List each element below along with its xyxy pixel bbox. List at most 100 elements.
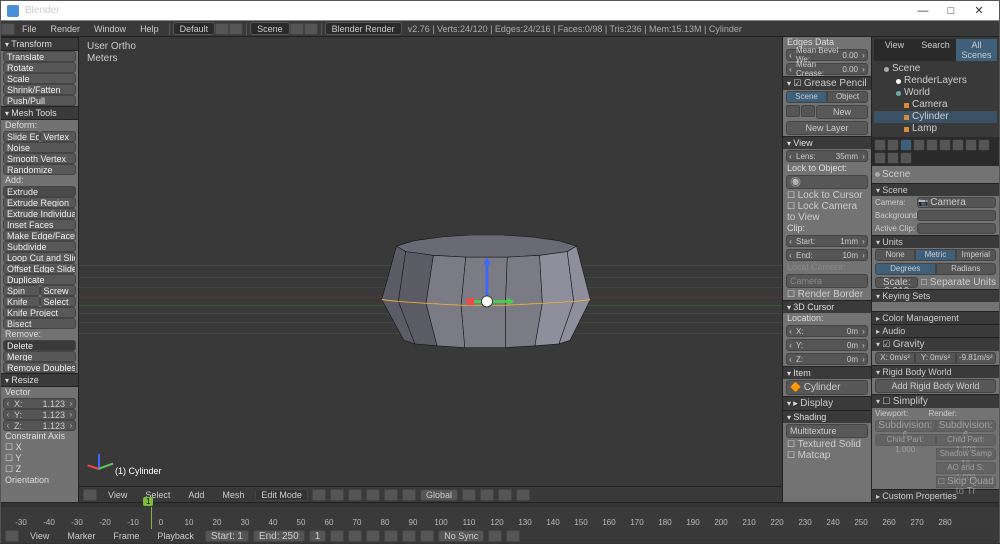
tab-object-icon[interactable] — [926, 139, 938, 151]
tl-play-rev-icon[interactable] — [366, 530, 380, 542]
orientation-select[interactable]: Global — [420, 489, 458, 501]
edge-select-icon[interactable] — [366, 489, 380, 501]
scene-del-icon[interactable] — [304, 23, 318, 35]
menu-render[interactable]: Render — [44, 21, 88, 37]
gp-new-button[interactable]: New — [816, 105, 868, 119]
units-panel-header[interactable]: Units — [872, 235, 999, 248]
scene-add-icon[interactable] — [290, 23, 304, 35]
knife-project-button[interactable]: Knife Project — [3, 307, 76, 318]
make-edge-face-button[interactable]: Make Edge/Face — [3, 230, 76, 241]
bisect-button[interactable]: Bisect — [3, 318, 76, 329]
tab-renderlayers-icon[interactable] — [887, 139, 899, 151]
mode-select[interactable]: Edit Mode — [255, 489, 308, 501]
menu-help[interactable]: Help — [133, 21, 166, 37]
lock-cursor-check[interactable]: ☐ Lock to Cursor — [783, 190, 871, 201]
tab-render-icon[interactable] — [874, 139, 886, 151]
resize-y-field[interactable]: ‹Y:1.123› — [3, 409, 76, 420]
scene-camera-field[interactable]: 📷 Camera — [917, 197, 996, 208]
snap-icon[interactable] — [462, 489, 476, 501]
menu-file[interactable]: File — [15, 21, 44, 37]
gp-pencil-icon[interactable] — [786, 105, 800, 117]
tl-autokey-icon[interactable] — [488, 530, 502, 542]
render-preview-icon[interactable] — [516, 489, 530, 501]
lock-object-field[interactable]: 🔘 — [786, 175, 868, 189]
outliner-search[interactable]: Search — [915, 39, 956, 61]
gravity-y[interactable]: Y: 0m/s² — [915, 352, 955, 364]
tl-start-field[interactable]: Start: 1 — [205, 530, 249, 542]
menu-window[interactable]: Window — [87, 21, 133, 37]
custom-props-header[interactable]: Custom Properties — [872, 489, 999, 502]
scene-clip-field[interactable] — [917, 223, 996, 234]
display-panel-header[interactable]: ▸ Display — [783, 396, 871, 410]
tab-modifiers-icon[interactable] — [952, 139, 964, 151]
render-engine-select[interactable]: Blender Render — [325, 22, 402, 35]
scale-button[interactable]: Scale — [3, 73, 76, 84]
extrude-region-button[interactable]: Extrude Region — [3, 197, 76, 208]
tl-sync-select[interactable]: No Sync — [438, 530, 484, 542]
tab-texture-icon[interactable] — [874, 152, 886, 164]
3d-cursor-header[interactable]: 3D Cursor — [783, 300, 871, 313]
occlude-icon[interactable] — [402, 489, 416, 501]
tl-view-menu[interactable]: View — [23, 528, 56, 544]
extrude-button[interactable]: Extrude — [3, 186, 76, 197]
clip-start-field[interactable]: ‹Start:1mm› — [786, 235, 868, 247]
tl-play-icon[interactable] — [384, 530, 398, 542]
crease-field[interactable]: ‹Mean Crease:0.00› — [786, 63, 868, 75]
prop-edit-icon[interactable] — [498, 489, 512, 501]
duplicate-button[interactable]: Duplicate — [3, 274, 76, 285]
clip-end-field[interactable]: ‹End:10m› — [786, 249, 868, 261]
gp-plus-icon[interactable] — [801, 105, 815, 117]
inset-faces-button[interactable]: Inset Faces — [3, 219, 76, 230]
vp-add-menu[interactable]: Add — [181, 487, 211, 503]
matcap-check[interactable]: ☐ Matcap — [783, 450, 871, 461]
tl-keying-icon[interactable] — [506, 530, 520, 542]
units-none[interactable]: None — [875, 249, 915, 261]
vertex-slide-button[interactable]: Vertex — [40, 131, 77, 142]
minimize-button[interactable]: — — [909, 5, 937, 17]
delete-button[interactable]: Delete — [3, 340, 76, 351]
multitexture-select[interactable]: Multitexture — [786, 424, 868, 438]
gp-scene-button[interactable]: Scene — [786, 91, 827, 103]
vp-view-menu[interactable]: View — [101, 487, 134, 503]
timeline-ruler[interactable]: -30-40-30-20-100102030405060708090100110… — [1, 507, 999, 529]
shading-mode-icon[interactable] — [312, 489, 326, 501]
gp-object-button[interactable]: Object — [827, 91, 868, 103]
resize-x-field[interactable]: ‹X:1.123› — [3, 398, 76, 409]
caxis-x[interactable]: ☐ X — [1, 442, 78, 453]
tab-scene-icon[interactable] — [900, 139, 912, 151]
tl-frame-menu[interactable]: Frame — [106, 528, 146, 544]
transform-header[interactable]: Transform — [1, 37, 78, 51]
outliner-all-scenes[interactable]: All Scenes — [956, 39, 997, 61]
knife-select-button[interactable]: Select — [40, 296, 77, 307]
noise-button[interactable]: Noise — [3, 142, 76, 153]
screen-add-icon[interactable] — [215, 23, 229, 35]
shading-panel-header[interactable]: Shading — [783, 410, 871, 423]
translate-button[interactable]: Translate — [3, 51, 76, 62]
operator-resize-header[interactable]: Resize — [1, 373, 78, 387]
vp-mesh-menu[interactable]: Mesh — [215, 487, 251, 503]
units-degrees[interactable]: Degrees — [875, 263, 936, 275]
cursor-x-field[interactable]: ‹X:0m› — [786, 325, 868, 337]
outliner-scene[interactable]: Scene — [874, 63, 997, 75]
units-imperial[interactable]: Imperial — [956, 249, 996, 261]
color-management-header[interactable]: Color Management — [872, 311, 999, 324]
knife-button[interactable]: Knife — [3, 296, 40, 307]
render-border-check[interactable]: ☐ Render Border — [783, 289, 871, 300]
grease-pencil-header[interactable]: ☑ Grease Pencil — [783, 76, 871, 90]
add-rigid-body-button[interactable]: Add Rigid Body World — [875, 379, 996, 393]
maximize-button[interactable]: □ — [937, 5, 965, 17]
tab-data-icon[interactable] — [965, 139, 977, 151]
gravity-x[interactable]: X: 0m/s² — [875, 352, 915, 364]
tl-current-field[interactable]: 1 — [309, 530, 327, 542]
unit-scale-field[interactable]: Scale: 0.010 — [875, 277, 918, 288]
keying-sets-header[interactable]: Keying Sets — [872, 289, 999, 302]
units-radians[interactable]: Radians — [936, 263, 997, 275]
merge-button[interactable]: Merge — [3, 351, 76, 362]
tab-physics-icon[interactable] — [900, 152, 912, 164]
randomize-button[interactable]: Randomize — [3, 164, 76, 175]
lock-camera-check[interactable]: ☐ Lock Camera to View — [783, 201, 871, 223]
editor-type-icon[interactable] — [1, 23, 15, 35]
smooth-vertex-button[interactable]: Smooth Vertex — [3, 153, 76, 164]
spin-button[interactable]: Spin — [3, 285, 40, 296]
tl-playback-menu[interactable]: Playback — [150, 528, 201, 544]
